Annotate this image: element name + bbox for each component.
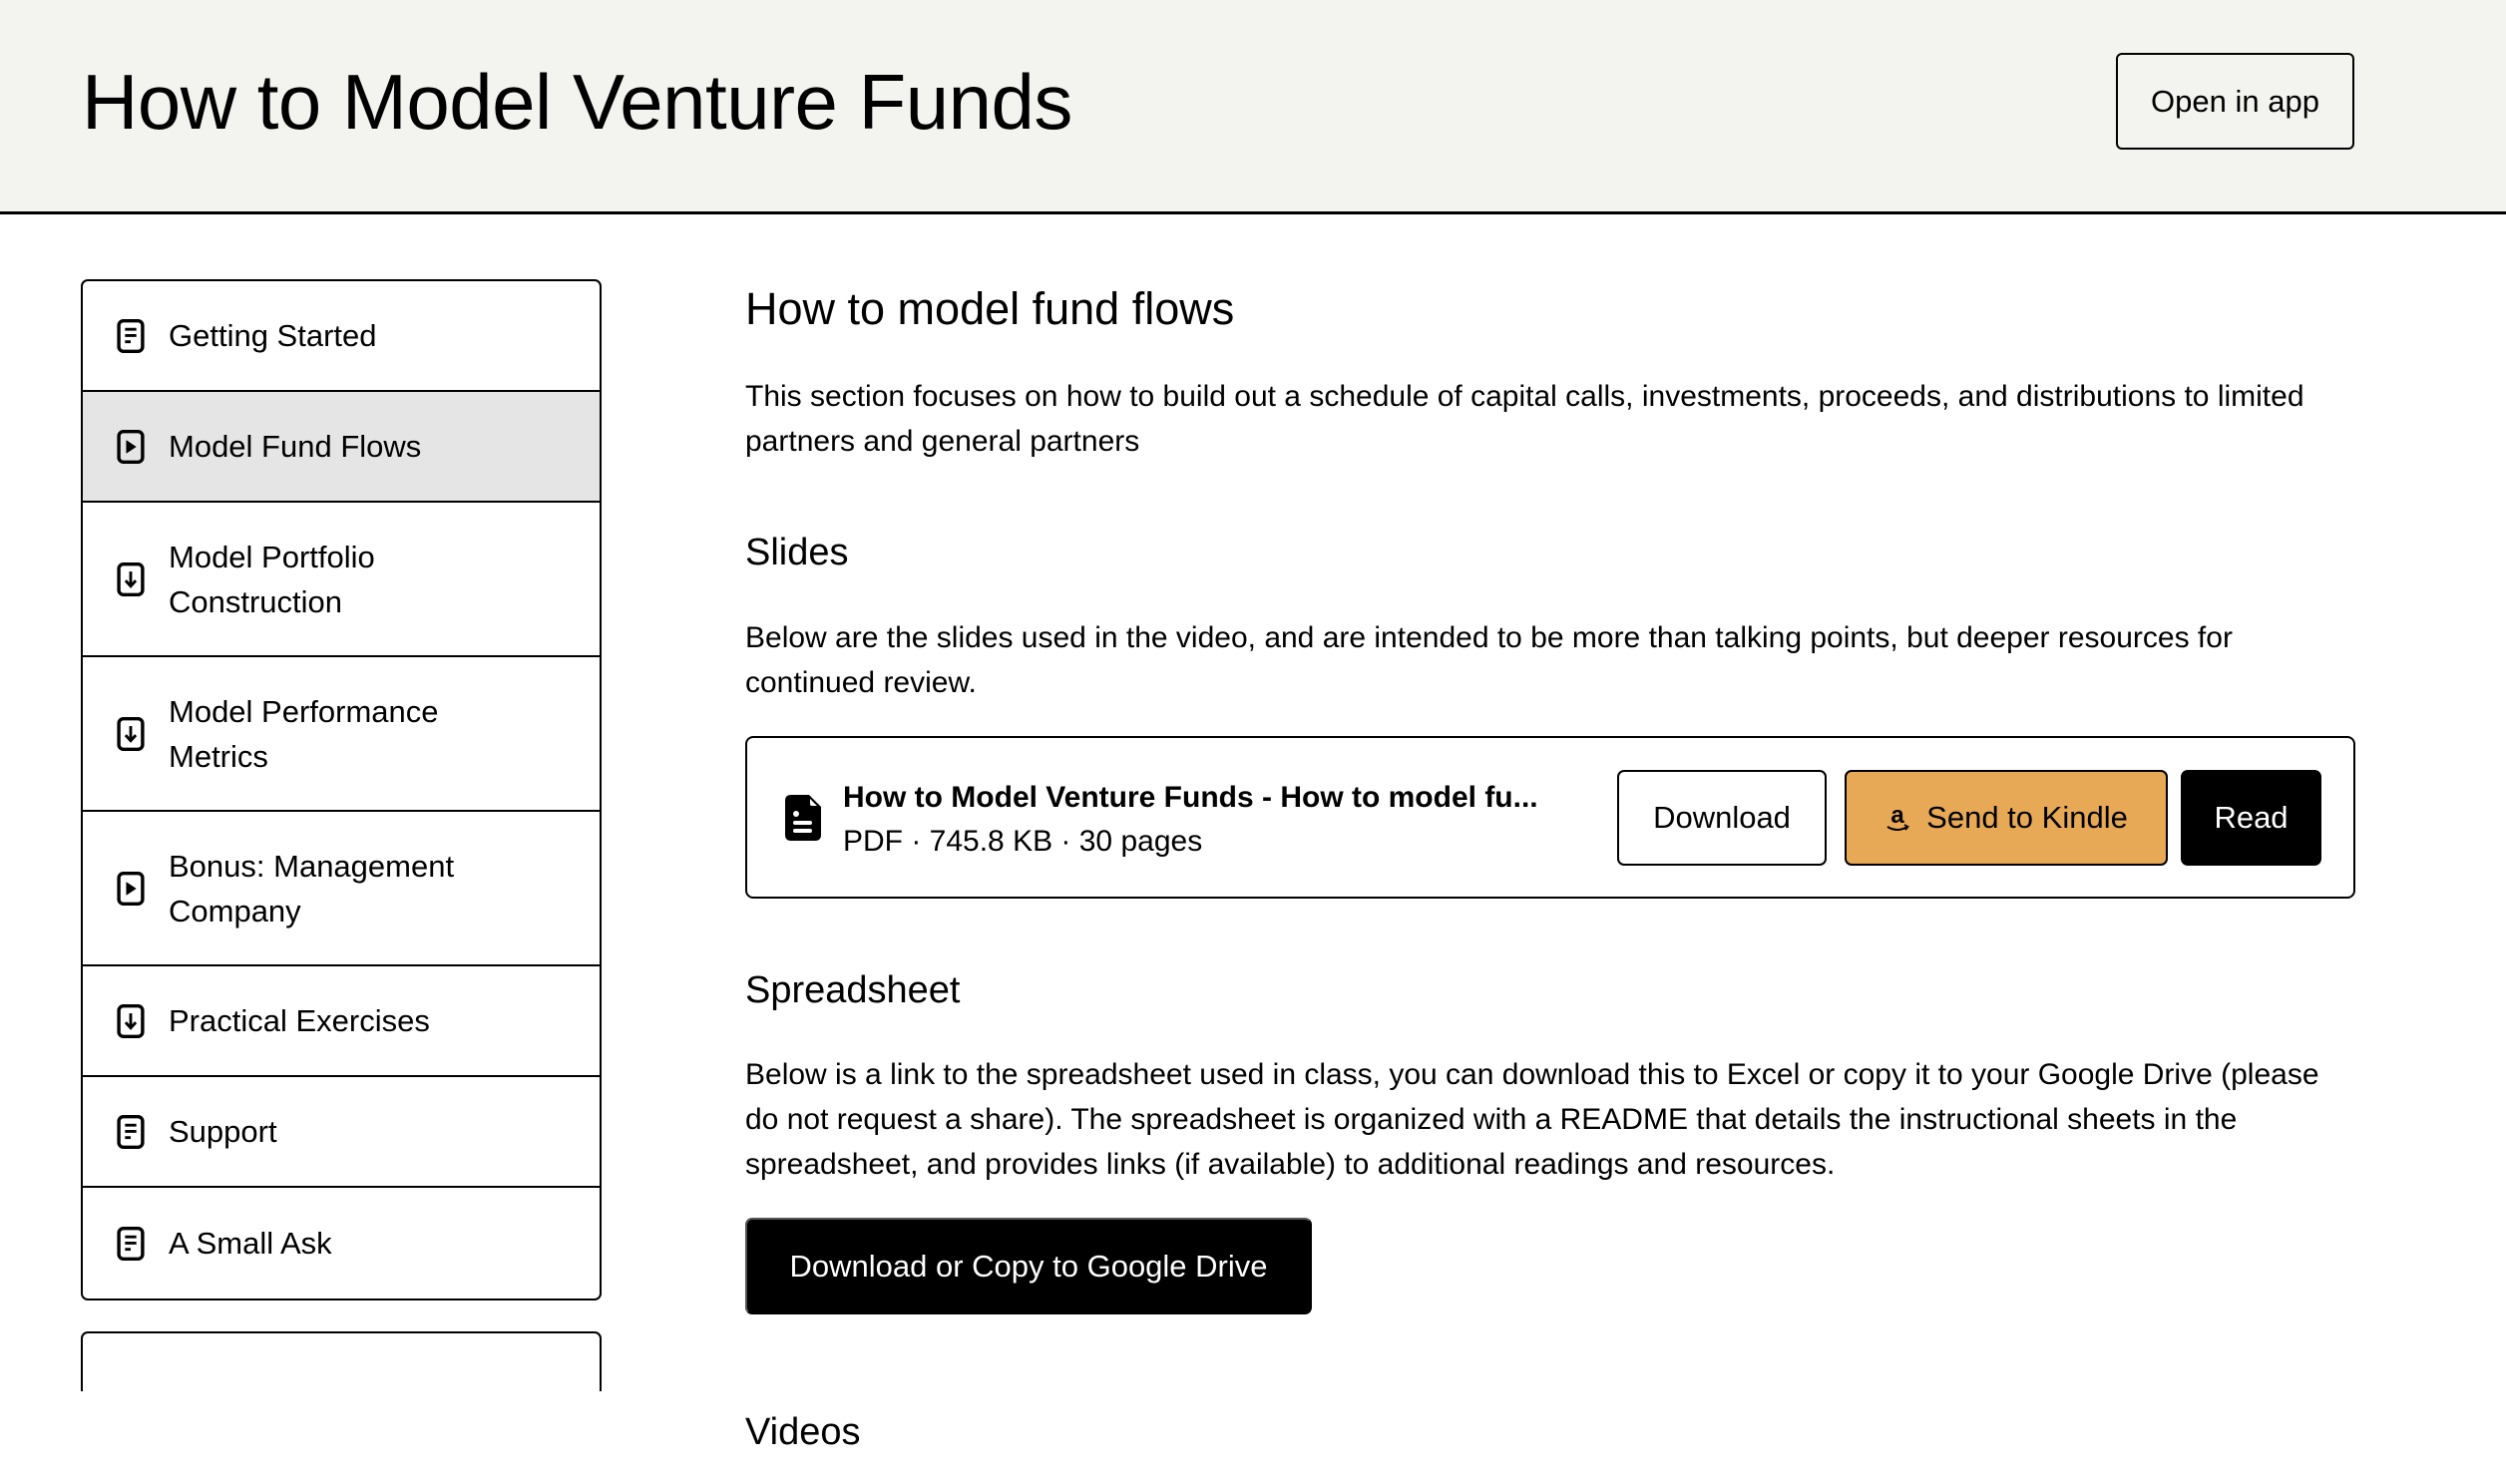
page-header: How to Model Venture Funds Open in app xyxy=(0,0,2506,214)
slides-file-card: How to Model Venture Funds - How to mode… xyxy=(745,736,2355,899)
open-in-app-button[interactable]: Open in app xyxy=(2116,53,2354,150)
sidebar-item-label: Getting Started xyxy=(169,318,377,353)
document-icon xyxy=(117,1114,145,1149)
section-title: How to model fund flows xyxy=(745,283,1235,334)
page-title: How to Model Venture Funds xyxy=(82,58,1072,146)
sidebar-item-model-performance-metrics[interactable]: Model Performance Metrics xyxy=(83,657,600,812)
amazon-icon: a xyxy=(1886,802,1910,831)
send-to-kindle-button[interactable]: a Send to Kindle xyxy=(1845,770,2168,866)
file-name[interactable]: How to Model Venture Funds - How to mode… xyxy=(843,778,1538,818)
sidebar-item-label: Model Fund Flows xyxy=(169,429,422,464)
sidebar-item-label: Support xyxy=(169,1114,277,1149)
spreadsheet-heading: Spreadsheet xyxy=(745,969,961,1011)
document-icon xyxy=(117,318,145,353)
sidebar-item-label: A Small Ask xyxy=(169,1226,332,1261)
read-button[interactable]: Read xyxy=(2181,770,2321,866)
sidebar-nav: Getting Started Model Fund Flows Model P… xyxy=(81,279,602,1300)
section-intro: This section focuses on how to build out… xyxy=(745,380,2304,458)
sidebar-item-a-small-ask[interactable]: A Small Ask xyxy=(83,1188,600,1298)
sidebar-item-bonus-management-company[interactable]: Bonus: Management Company xyxy=(83,812,600,966)
send-to-kindle-label: Send to Kindle xyxy=(1926,800,2128,835)
play-icon xyxy=(117,429,145,464)
download-icon xyxy=(117,1003,145,1038)
videos-heading: Videos xyxy=(745,1411,861,1453)
download-icon xyxy=(117,716,145,751)
download-icon xyxy=(117,561,145,596)
spreadsheet-description: Below is a link to the spreadsheet used … xyxy=(745,1058,2319,1181)
file-icon xyxy=(785,795,821,841)
sidebar-item-practical-exercises[interactable]: Practical Exercises xyxy=(83,966,600,1077)
download-or-copy-to-google-drive-button[interactable]: Download or Copy to Google Drive xyxy=(745,1218,1312,1314)
slides-heading: Slides xyxy=(745,532,849,573)
sidebar-item-label: Model Portfolio Construction xyxy=(169,539,375,619)
sidebar-item-label: Bonus: Management Company xyxy=(169,848,455,928)
sidebar-item-model-portfolio-construction[interactable]: Model Portfolio Construction xyxy=(83,503,600,657)
sidebar-item-model-fund-flows[interactable]: Model Fund Flows xyxy=(83,392,600,503)
document-icon xyxy=(117,1226,145,1261)
svg-text:a: a xyxy=(1890,802,1904,829)
sidebar-item-label: Practical Exercises xyxy=(169,1003,430,1038)
file-meta: PDF · 745.8 KB · 30 pages xyxy=(843,825,1203,858)
download-button[interactable]: Download xyxy=(1617,770,1827,866)
sidebar-item-label: Model Performance Metrics xyxy=(169,693,439,774)
sidebar-item-support[interactable]: Support xyxy=(83,1077,600,1188)
sidebar-secondary-panel xyxy=(81,1331,602,1391)
sidebar-item-getting-started[interactable]: Getting Started xyxy=(83,281,600,392)
slides-description: Below are the slides used in the video, … xyxy=(745,621,2233,699)
play-icon xyxy=(117,871,145,906)
